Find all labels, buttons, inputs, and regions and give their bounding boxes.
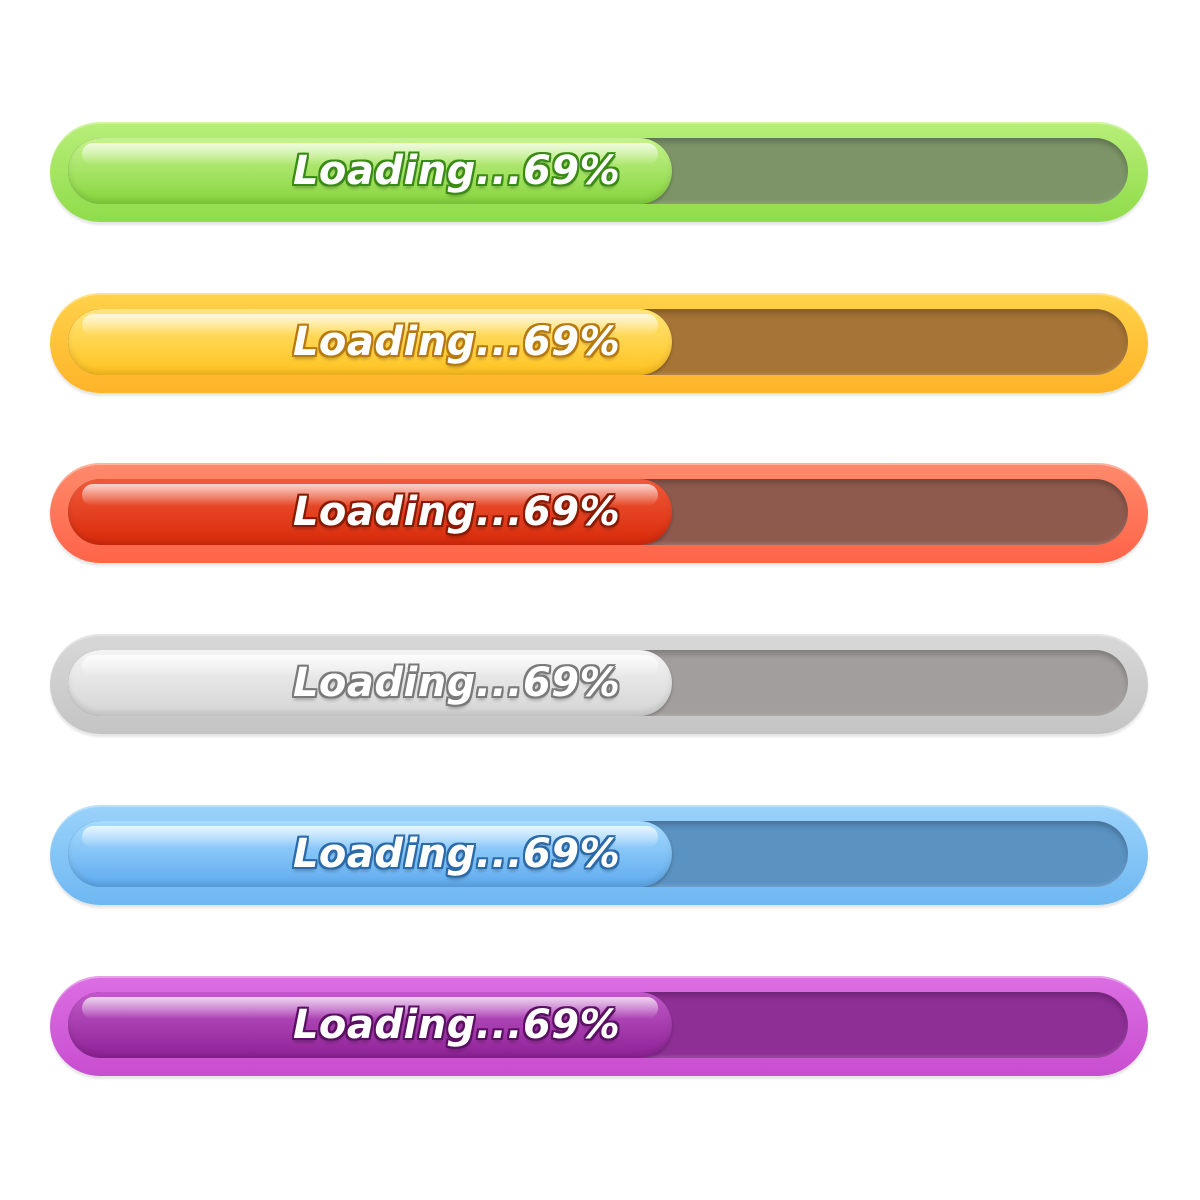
progress-track: Loading...69% <box>68 821 1128 887</box>
progress-label: Loading...69% <box>292 660 621 706</box>
progress-bar-yellow: Loading...69% <box>50 293 1148 393</box>
progress-bar-blue: Loading...69% <box>50 805 1148 905</box>
progress-track: Loading...69% <box>68 650 1128 716</box>
progress-fill: Loading...69% <box>68 821 673 887</box>
progress-track: Loading...69% <box>68 479 1128 545</box>
progress-label: Loading...69% <box>292 831 621 877</box>
progress-label: Loading...69% <box>292 148 621 194</box>
progress-label: Loading...69% <box>292 489 621 535</box>
progress-track: Loading...69% <box>68 309 1128 375</box>
progress-bar-gray: Loading...69% <box>50 634 1148 734</box>
progress-fill: Loading...69% <box>68 309 673 375</box>
progress-track: Loading...69% <box>68 138 1128 204</box>
progress-fill: Loading...69% <box>68 138 673 204</box>
progress-label: Loading...69% <box>292 1002 621 1048</box>
progress-bar-red: Loading...69% <box>50 463 1148 563</box>
progress-fill: Loading...69% <box>68 479 673 545</box>
progress-bar-purple: Loading...69% <box>50 976 1148 1076</box>
progress-label: Loading...69% <box>292 319 621 365</box>
progress-fill: Loading...69% <box>68 650 673 716</box>
progress-fill: Loading...69% <box>68 992 673 1058</box>
progress-bar-green: Loading...69% <box>50 122 1148 222</box>
progress-track: Loading...69% <box>68 992 1128 1058</box>
